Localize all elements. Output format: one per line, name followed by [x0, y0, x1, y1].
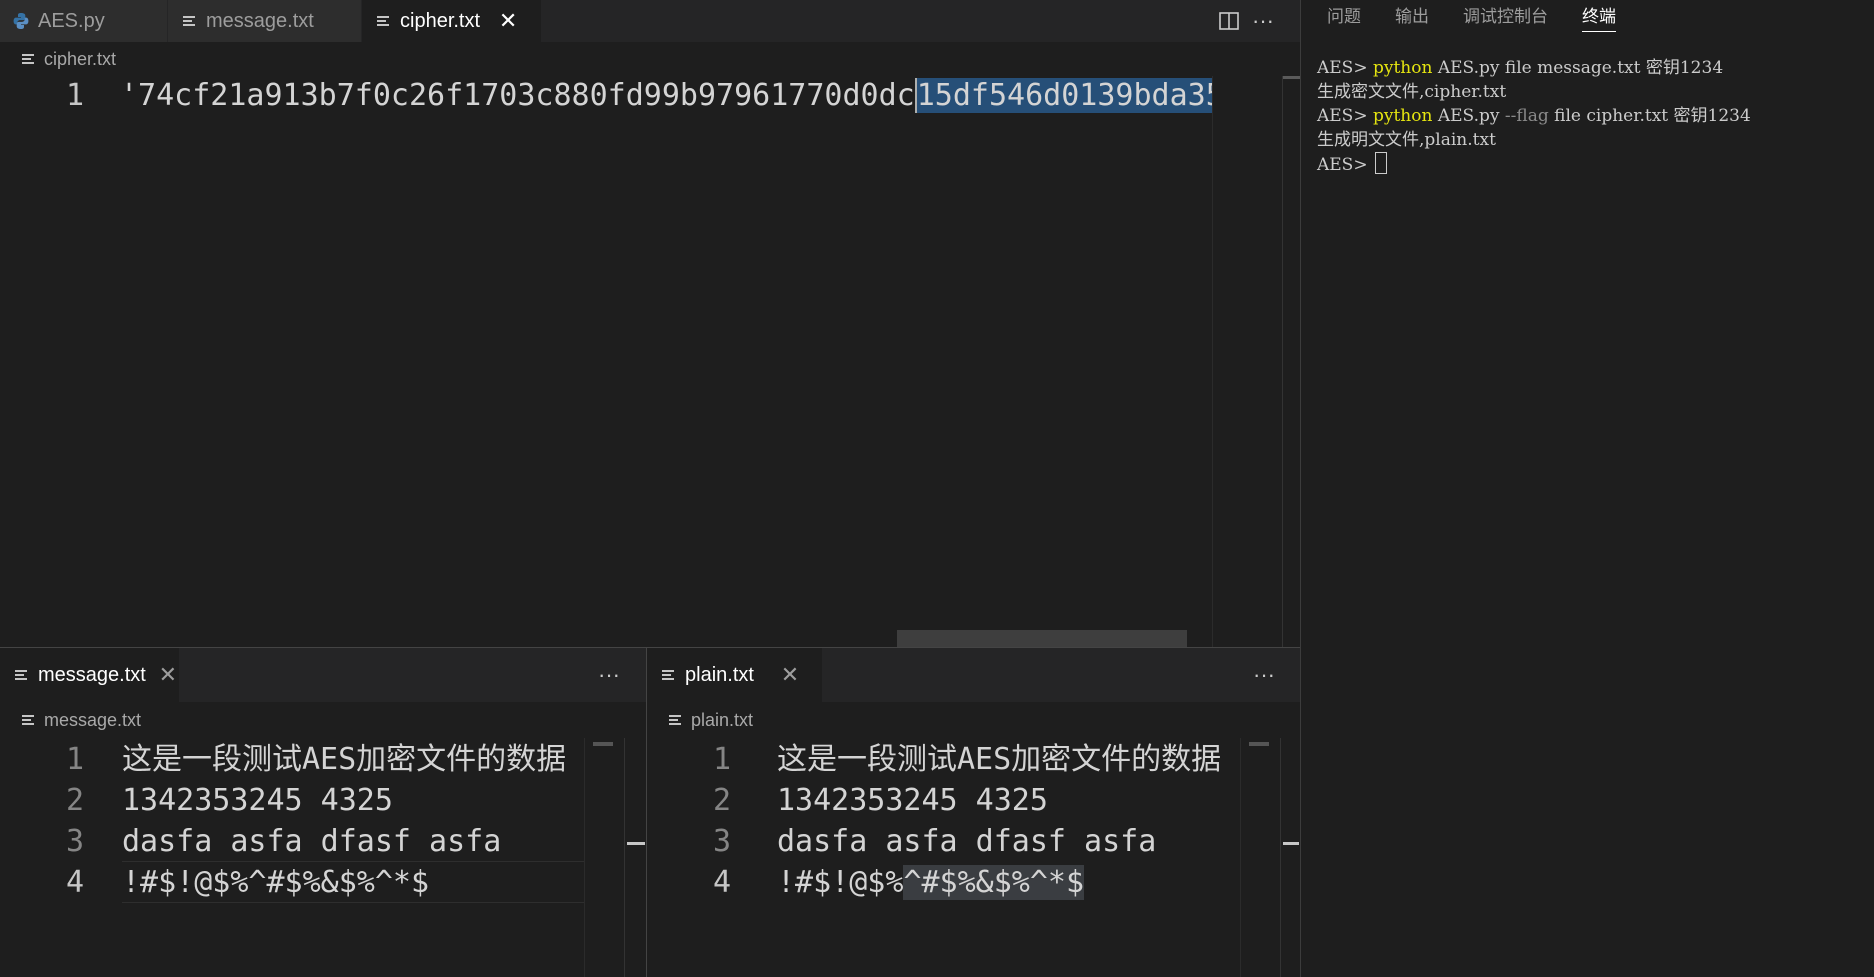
- tab-aes-py[interactable]: AES.py: [0, 0, 168, 42]
- file-lines-icon: [178, 11, 200, 31]
- breadcrumb-file: cipher.txt: [44, 48, 117, 69]
- terminal-line: 生成明文文件,plain.txt: [1317, 130, 1496, 150]
- file-lines-icon: [372, 11, 394, 31]
- tab-label: plain.txt: [685, 663, 754, 686]
- code-editor[interactable]: 1 这是一段测试AES加密文件的数据 2 1342353245 4325 3 d…: [647, 738, 1300, 977]
- code-line: !#$!@$%^#$%&$%^*$: [122, 865, 430, 900]
- tab-label: cipher.txt: [400, 9, 481, 32]
- file-lines-icon: [22, 714, 34, 727]
- breadcrumb[interactable]: message.txt: [0, 702, 141, 738]
- breadcrumb-file: message.txt: [44, 709, 142, 730]
- terminal[interactable]: AES> python AES.py file message.txt 密钥12…: [1317, 56, 1866, 176]
- more-actions-button[interactable]: ···: [592, 658, 626, 692]
- terminal-prompt: AES>: [1317, 106, 1373, 126]
- terminal-flag: --flag: [1504, 106, 1549, 126]
- minimap[interactable]: [584, 738, 625, 977]
- terminal-args: AES.py file message.txt 密钥1234: [1432, 58, 1724, 78]
- terminal-prompt: AES>: [1317, 58, 1373, 78]
- editor-tab-bar: message.txt ✕ ···: [0, 648, 646, 702]
- overview-ruler[interactable]: [1282, 76, 1301, 648]
- tab-message-txt[interactable]: message.txt: [168, 0, 362, 42]
- tab-message-txt[interactable]: message.txt ✕: [0, 648, 180, 702]
- split-editor-icon[interactable]: [1212, 4, 1246, 38]
- code-line: !#$!@$%^#$%&$%^*$: [777, 863, 1085, 903]
- code-text: !#$!@$%: [777, 865, 904, 900]
- python-icon: [10, 11, 32, 31]
- editor-tab-bar: plain.txt ✕ ···: [647, 648, 1300, 702]
- line-number: 4: [65, 865, 84, 900]
- line-number: 1: [65, 742, 84, 777]
- terminal-line: AES> python AES.py file message.txt 密钥12…: [1317, 56, 1866, 80]
- terminal-line: 生成密文文件,cipher.txt: [1317, 82, 1507, 102]
- tab-debug-console[interactable]: 调试控制台: [1463, 0, 1548, 34]
- code-line: 1342353245 4325: [777, 783, 1048, 818]
- overview-ruler[interactable]: [624, 738, 647, 977]
- terminal-prompt: AES>: [1317, 155, 1373, 175]
- line-number: 2: [712, 783, 731, 818]
- line-number: 3: [65, 824, 84, 859]
- tab-problems[interactable]: 问题: [1327, 0, 1361, 34]
- file-lines-icon: [22, 53, 34, 66]
- tab-label: message.txt: [206, 9, 314, 32]
- editor-actions: ···: [1247, 648, 1281, 702]
- breadcrumb-file: plain.txt: [691, 709, 754, 730]
- more-actions-button[interactable]: ···: [1247, 658, 1281, 692]
- code-editor[interactable]: 1 这是一段测试AES加密文件的数据 2 1342353245 4325 3 d…: [0, 738, 646, 977]
- line-number: 2: [65, 783, 84, 818]
- line-number: 1: [65, 78, 84, 113]
- code-line: 这是一段测试AES加密文件的数据: [122, 742, 567, 777]
- top-editor-group: AES.py message.txt cipher.txt ✕ ··· ciph…: [0, 0, 1301, 648]
- editor-actions: ···: [1212, 0, 1280, 42]
- code-line: dasfa asfa dfasf asfa: [777, 824, 1157, 859]
- tab-label: message.txt: [38, 663, 146, 686]
- code-line: 1342353245 4325: [122, 783, 393, 818]
- code-line: '74cf21a913b7f0c26f1703c880fd99b97961770…: [120, 76, 1224, 116]
- minimap[interactable]: [1212, 76, 1283, 648]
- selected-text: 15df546d0139bda35: [914, 78, 1224, 113]
- close-icon[interactable]: ✕: [780, 662, 800, 688]
- close-icon[interactable]: ✕: [158, 662, 178, 688]
- terminal-command: python: [1372, 106, 1433, 126]
- tab-label: AES.py: [38, 9, 105, 32]
- breadcrumb[interactable]: plain.txt: [647, 702, 753, 738]
- line-number: 3: [712, 824, 731, 859]
- breadcrumb[interactable]: cipher.txt: [0, 42, 116, 76]
- line-number: 1: [712, 742, 731, 777]
- terminal-args: AES.py: [1432, 106, 1505, 126]
- terminal-line: AES>: [1317, 152, 1866, 176]
- terminal-cursor: [1374, 152, 1387, 174]
- terminal-args: file cipher.txt 密钥1234: [1548, 106, 1751, 126]
- file-lines-icon: [657, 665, 679, 685]
- bottom-panel: 问题 输出 调试控制台 终端 AES> python AES.py file m…: [1300, 0, 1874, 977]
- code-editor[interactable]: 1 '74cf21a913b7f0c26f1703c880fd99b979617…: [0, 76, 1300, 648]
- horizontal-scrollbar[interactable]: [897, 630, 1187, 648]
- file-lines-icon: [10, 665, 32, 685]
- tab-plain-txt[interactable]: plain.txt ✕: [647, 648, 823, 702]
- overview-ruler[interactable]: [1280, 738, 1301, 977]
- code-line: dasfa asfa dfasf asfa: [122, 824, 502, 859]
- tab-terminal[interactable]: 终端: [1582, 0, 1616, 34]
- minimap[interactable]: [1240, 738, 1281, 977]
- tab-output[interactable]: 输出: [1395, 0, 1429, 34]
- editor-actions: ···: [592, 648, 626, 702]
- terminal-command: python: [1372, 58, 1433, 78]
- file-lines-icon: [669, 714, 681, 727]
- panel-tab-bar: 问题 输出 调试控制台 终端: [1301, 0, 1650, 34]
- code-line: 这是一段测试AES加密文件的数据: [777, 742, 1222, 777]
- code-text: '74cf21a913b7f0c26f1703c880fd99b97961770…: [120, 78, 915, 113]
- editor-tab-bar: AES.py message.txt cipher.txt ✕ ···: [0, 0, 1300, 42]
- bottom-left-editor-group: message.txt ✕ ··· message.txt 1 这是一段测试AE…: [0, 648, 647, 977]
- selected-text: ^#$%&$%^*$: [903, 865, 1085, 900]
- tab-cipher-txt[interactable]: cipher.txt ✕: [362, 0, 542, 42]
- more-actions-button[interactable]: ···: [1246, 4, 1280, 38]
- bottom-right-editor-group: plain.txt ✕ ··· plain.txt 1 这是一段测试AES加密文…: [647, 648, 1301, 977]
- terminal-line: AES> python AES.py --flag file cipher.tx…: [1317, 104, 1866, 128]
- close-icon[interactable]: ✕: [498, 8, 518, 34]
- line-number: 4: [712, 865, 731, 900]
